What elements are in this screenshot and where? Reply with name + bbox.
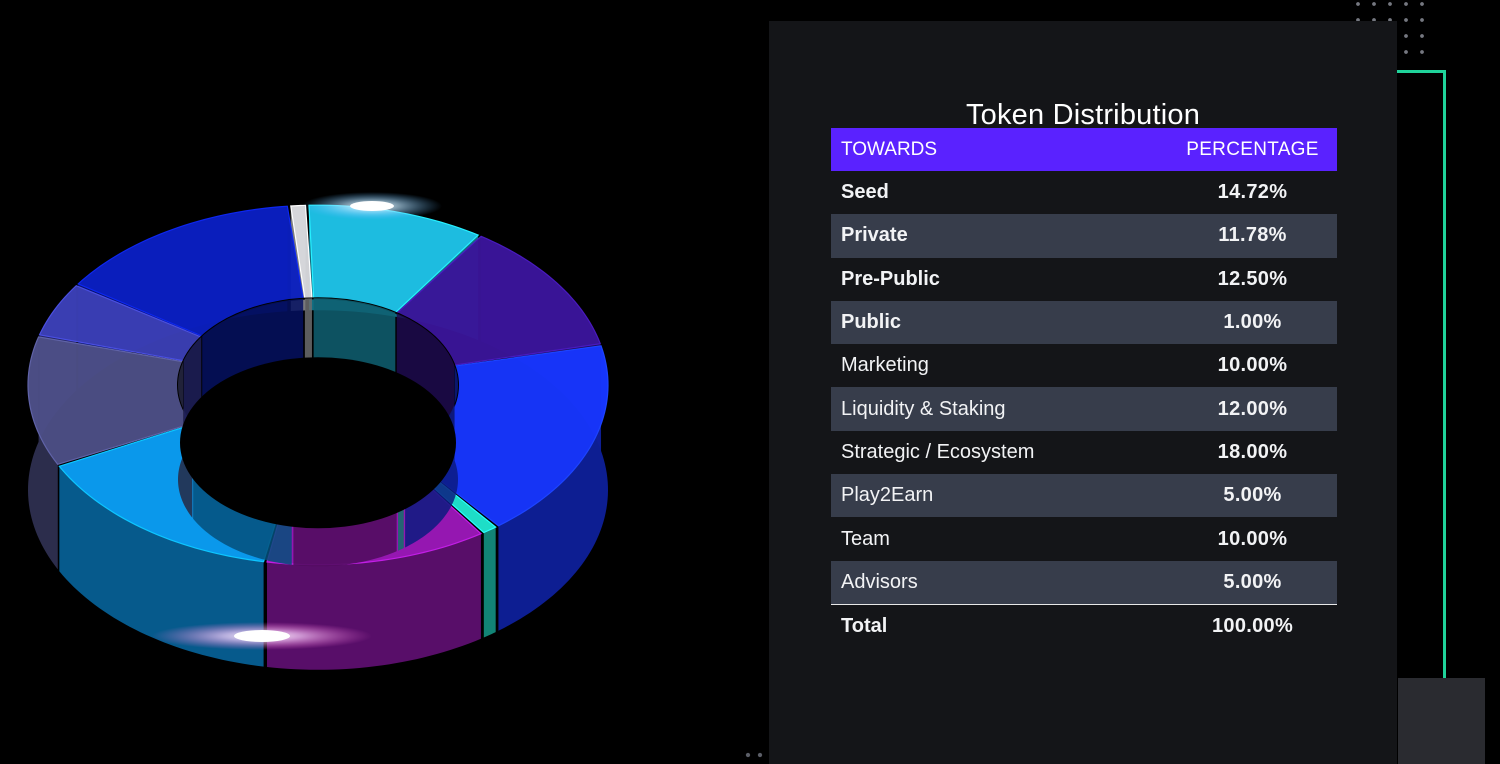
donut-inner-wall (178, 298, 458, 567)
table-row: Marketing 10.00% (831, 344, 1337, 387)
table-row: Liquidity & Staking 12.00% (831, 387, 1337, 431)
glow-top-core (350, 201, 394, 211)
row-value: 5.00% (1223, 484, 1282, 507)
row-value: 5.00% (1223, 570, 1282, 593)
table-row: Play2Earn 5.00% (831, 474, 1337, 518)
total-label: Total (841, 614, 888, 637)
table-row: Seed 14.72% (831, 171, 1337, 214)
row-value: 12.50% (1217, 267, 1288, 290)
token-distribution-panel: Token Distribution TOWARDS PERCENTAGE Se… (769, 21, 1397, 764)
row-label: Private (841, 224, 908, 247)
donut-hole (180, 357, 456, 529)
table-row: Advisors 5.00% (831, 560, 1337, 604)
row-value: 1.00% (1223, 311, 1282, 334)
row-label: Marketing (841, 354, 929, 377)
row-value: 12.00% (1217, 397, 1288, 420)
table-row: Public 1.00% (831, 300, 1337, 345)
header-percentage: PERCENTAGE (1186, 138, 1319, 160)
table-row: Pre-Public 12.50% (831, 258, 1337, 301)
decorative-grey-block (1398, 678, 1485, 764)
row-label: Liquidity & Staking (841, 397, 1006, 420)
table-row: Private 11.78% (831, 214, 1337, 258)
row-label: Seed (841, 181, 889, 204)
glow-bottom-core (234, 630, 290, 642)
row-label: Public (841, 311, 902, 334)
row-label: Pre-Public (841, 267, 940, 290)
decorative-green-frame (1396, 70, 1446, 764)
distribution-table: TOWARDS PERCENTAGE Seed 14.72% Private 1… (831, 128, 1337, 648)
row-label: Play2Earn (841, 484, 934, 507)
chart-title: Token Distribution (965, 99, 1201, 131)
donut-chart (27, 192, 609, 670)
header-towards: TOWARDS (841, 138, 938, 160)
table-total-row: Total 100.00% (831, 603, 1337, 648)
row-value: 11.78% (1218, 224, 1287, 247)
table-header: TOWARDS PERCENTAGE (831, 128, 1337, 171)
row-label: Team (841, 527, 890, 550)
row-label: Strategic / Ecosystem (841, 440, 1035, 463)
row-value: 14.72% (1217, 181, 1288, 204)
row-value: 18.00% (1217, 440, 1288, 463)
row-value: 10.00% (1217, 354, 1288, 377)
stage: Token Distribution TOWARDS PERCENTAGE Se… (0, 0, 1500, 764)
row-label: Advisors (841, 570, 918, 593)
slice-side-4 (483, 527, 496, 638)
table-row: Strategic / Ecosystem 18.00% (831, 431, 1337, 474)
total-value: 100.00% (1211, 614, 1294, 637)
row-value: 10.00% (1217, 527, 1288, 550)
table-row: Team 10.00% (831, 517, 1337, 560)
